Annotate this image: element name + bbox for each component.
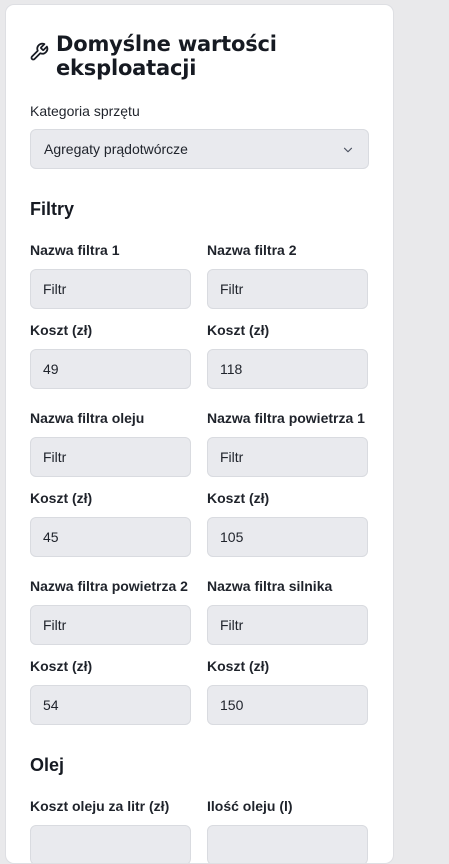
chevron-down-icon [343,147,353,153]
wrench-icon [30,42,49,61]
filter1-cost-label: Koszt (zł) [30,322,93,338]
filter1-cost-input[interactable]: 49 [30,349,191,389]
oil-amount-input[interactable] [207,825,368,863]
card-title-line-2: eksploatacji [56,56,197,80]
oil-filter-name-label: Nazwa filtra oleju [30,410,145,426]
card-header: Domyślne wartości eksploatacji [29,32,369,80]
filter2-cost-input[interactable]: 118 [207,349,368,389]
filter2-name-label: Nazwa filtra 2 [207,242,297,258]
air-filter1-cost-label: Koszt (zł) [207,490,270,506]
category-label: Kategoria sprzętu [30,103,140,119]
filter2-name-input[interactable]: Filtr [207,269,368,309]
engine-filter-cost-input[interactable]: 150 [207,685,368,725]
air-filter1-name-input[interactable]: Filtr [207,437,368,477]
filter2-cost-label: Koszt (zł) [207,322,270,338]
oil-heading: Olej [30,755,65,775]
card-title-line-1: Domyślne wartości [56,32,277,56]
category-selected-value: Agregaty prądotwórcze [44,141,188,157]
air-filter2-cost-label: Koszt (zł) [30,658,93,674]
air-filter1-cost-input[interactable]: 105 [207,517,368,557]
card-title: Domyślne wartości eksploatacji [56,32,277,80]
engine-filter-cost-label: Koszt (zł) [207,658,270,674]
air-filter2-name-input[interactable]: Filtr [30,605,191,645]
oil-cost-per-liter-label: Koszt oleju za litr (zł) [30,798,170,814]
oil-filter-cost-label: Koszt (zł) [30,490,93,506]
engine-filter-name-label: Nazwa filtra silnika [207,578,333,594]
filter1-name-label: Nazwa filtra 1 [30,242,120,258]
filter1-name-input[interactable]: Filtr [30,269,191,309]
air-filter2-cost-input[interactable]: 54 [30,685,191,725]
oil-filter-cost-input[interactable]: 45 [30,517,191,557]
category-select[interactable]: Agregaty prądotwórcze [30,129,369,169]
oil-cost-per-liter-input[interactable] [30,825,191,863]
engine-filter-name-input[interactable]: Filtr [207,605,368,645]
filters-heading: Filtry [30,199,75,219]
oil-filter-name-input[interactable]: Filtr [30,437,191,477]
air-filter2-name-label: Nazwa filtra powietrza 2 [30,578,188,594]
oil-amount-label: Ilość oleju (l) [207,798,293,814]
maintenance-defaults-card: Domyślne wartości eksploatacji Kategoria… [5,4,394,864]
air-filter1-name-label: Nazwa filtra powietrza 1 [207,410,365,426]
